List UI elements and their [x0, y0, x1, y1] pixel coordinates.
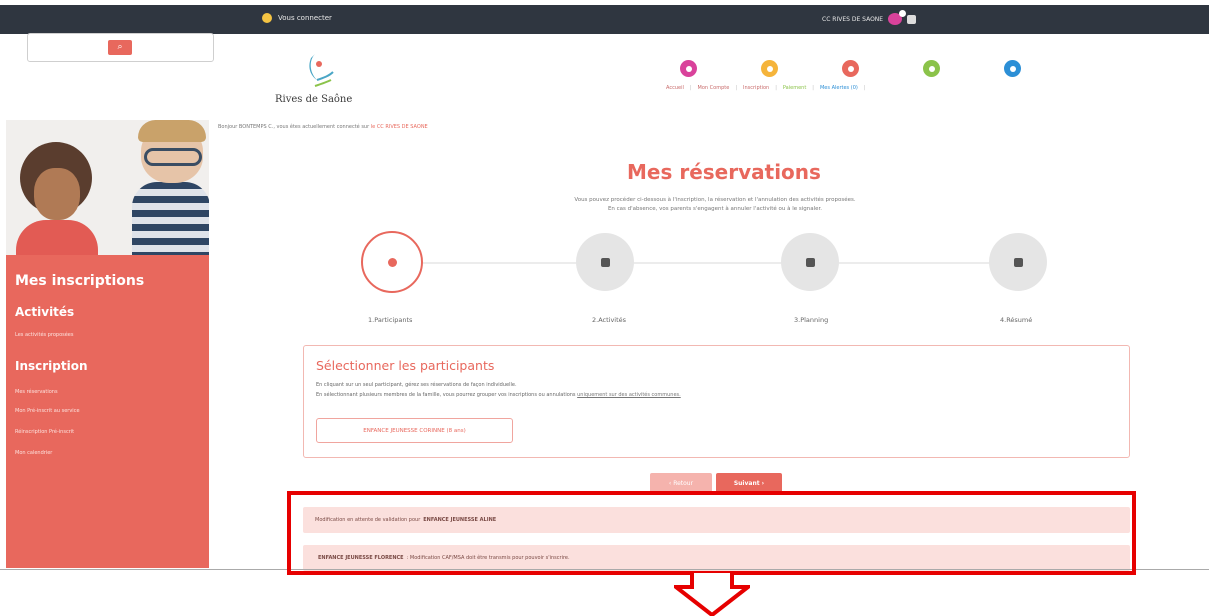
nav-account-label[interactable]: Mon Compte [698, 85, 730, 91]
highlight-box [287, 491, 1136, 575]
main-nav-links: Accueil | Mon Compte | Inscription | Paieme… [666, 85, 866, 91]
search-box[interactable]: ⌕ [27, 33, 214, 62]
step-label-activities: 2.Activités [592, 316, 627, 324]
panel-title: Sélectionner les participants [316, 358, 495, 373]
step-label-planning: 3.Planning [794, 316, 829, 324]
search-icon: ⌕ [117, 42, 123, 52]
sidebar-photo [6, 120, 209, 255]
logo-text: Rives de Saône [275, 94, 353, 105]
connect-label: Vous connecter [278, 14, 332, 22]
account-icon [761, 60, 778, 77]
site-logo[interactable]: Rives de Saône [275, 50, 365, 110]
nav-registration-label[interactable]: Inscription [743, 85, 769, 91]
book-icon [600, 257, 610, 267]
next-button[interactable]: Suivant › [716, 473, 782, 493]
page-title: Mes réservations [627, 160, 821, 184]
connect-link[interactable]: Vous connecter [262, 13, 332, 23]
top-bar: Vous connecter CC RIVES DE SAONE [0, 5, 1209, 34]
nav-account[interactable] [753, 60, 786, 77]
nav-payment-label[interactable]: Paiement [783, 85, 806, 91]
nav-payment[interactable] [915, 60, 948, 77]
welcome-site: le CC RIVES DE SAONE [370, 124, 428, 130]
notification-badge [899, 10, 907, 17]
nav-alerts-label[interactable]: Mes Alertes (0) [820, 85, 858, 91]
welcome-message: Bonjour BONTEMPS C., vous êtes actuellem… [218, 124, 370, 130]
arrow-down-icon [674, 573, 750, 616]
sidebar: Mes inscriptions Activités Les activités… [6, 255, 209, 568]
nav-alerts[interactable] [996, 60, 1029, 77]
previous-button[interactable]: ‹ Retour [650, 473, 712, 493]
alert-icon [1004, 60, 1021, 77]
step-label-participants: 1.Participants [368, 316, 413, 324]
user-circle-icon [262, 13, 272, 23]
logo-mark-icon [309, 54, 334, 87]
users-icon [387, 257, 397, 267]
participants-panel: Sélectionner les participants En cliquan… [303, 345, 1130, 458]
sidebar-heading-activities: Activités [15, 305, 75, 319]
home-icon [680, 60, 697, 77]
steps-connector [390, 262, 1034, 264]
avatar[interactable] [888, 10, 907, 25]
euro-icon [923, 60, 940, 77]
nav-home[interactable] [672, 60, 705, 77]
sidebar-item-calendar[interactable]: Mon calendrier [15, 450, 52, 456]
sidebar-title: Mes inscriptions [15, 273, 145, 289]
sidebar-heading-inscription: Inscription [15, 359, 88, 373]
panel-text-2-link[interactable]: uniquement sur des activités communes. [577, 392, 681, 398]
intro-line-1: Vous pouvez procéder ci-dessous à l'insc… [574, 197, 856, 203]
page-intro: Vous pouvez procéder ci-dessous à l'insc… [500, 196, 930, 214]
logout-icon[interactable] [907, 14, 917, 24]
user-menu[interactable]: CC RIVES DE SAONE [822, 10, 917, 25]
panel-text-2-main: En sélectionnant plusieurs membres de la… [316, 392, 576, 398]
page: Vous connecter CC RIVES DE SAONE ⌕ Rives… [0, 0, 1209, 616]
participant-button[interactable]: ENFANCE JEUNESSE CORINNE (8 ans) [316, 418, 513, 443]
pencil-icon [842, 60, 859, 77]
sidebar-item-reservations[interactable]: Mes réservations [15, 389, 58, 395]
step-label-summary: 4.Résumé [1000, 316, 1033, 324]
nav-registration[interactable] [834, 60, 867, 77]
welcome-text: Bonjour BONTEMPS C., vous êtes actuellem… [218, 124, 428, 130]
check-square-icon [1013, 257, 1023, 267]
step-activities[interactable] [576, 233, 634, 291]
intro-line-2: En cas d'absence, vos parents s'engagent… [607, 206, 823, 212]
search-button[interactable]: ⌕ [108, 40, 132, 55]
calendar-icon [805, 257, 815, 267]
user-label: CC RIVES DE SAONE [822, 15, 884, 23]
nav-home-label[interactable]: Accueil [666, 85, 684, 91]
panel-text-1: En cliquant sur un seul participant, gér… [316, 382, 517, 388]
step-summary[interactable] [989, 233, 1047, 291]
sidebar-item-reregistration[interactable]: Réinscription Pré-inscrit [15, 429, 74, 435]
panel-text-2: En sélectionnant plusieurs membres de la… [316, 392, 681, 398]
main-nav-icons [672, 60, 1077, 77]
step-participants[interactable] [361, 231, 423, 293]
sidebar-item-activities[interactable]: Les activités proposées [15, 332, 73, 338]
sidebar-item-preregistered[interactable]: Mon Pré-inscrit au service [15, 408, 80, 414]
step-planning[interactable] [781, 233, 839, 291]
